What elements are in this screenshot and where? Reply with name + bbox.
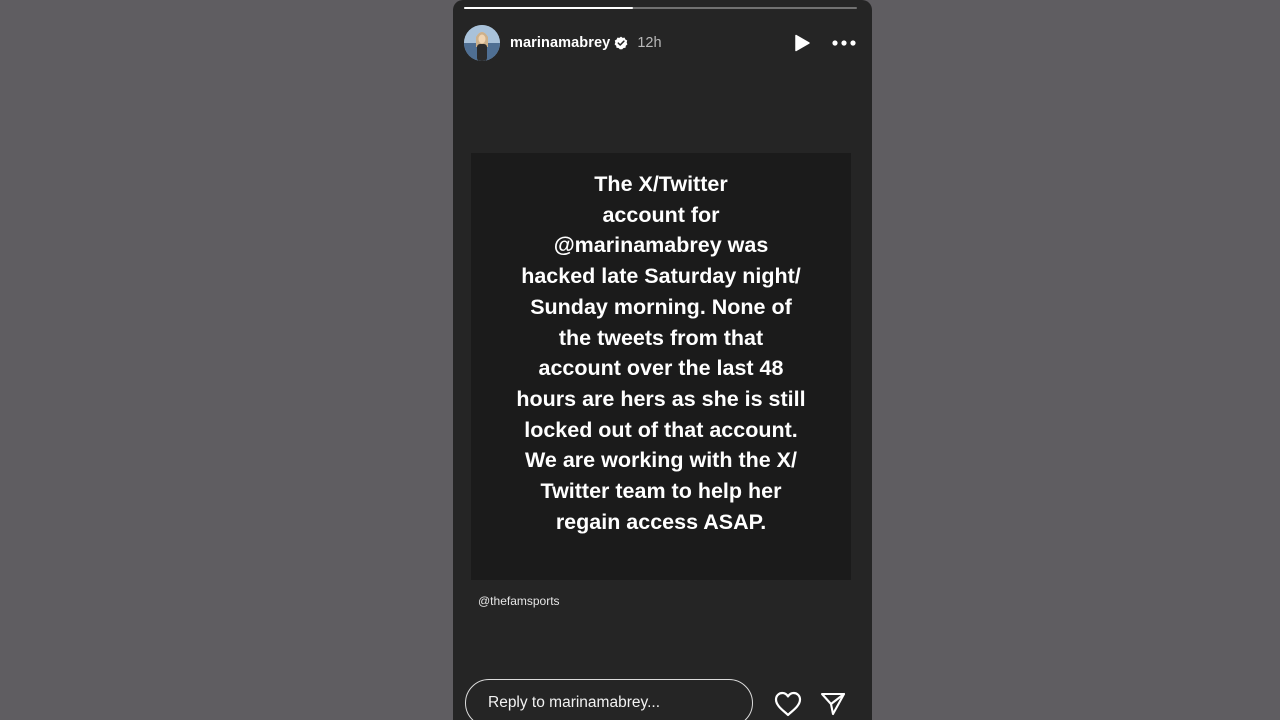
story-viewer: marinamabrey 12h The X/Twitter account fo… (453, 0, 872, 720)
send-icon (820, 692, 846, 716)
story-progress-bar (464, 7, 857, 9)
post-time: 12h (637, 35, 662, 51)
heart-icon (774, 691, 802, 717)
story-message-line: account for (602, 202, 720, 227)
story-message-line: hacked late Saturday night/ (521, 264, 801, 289)
username[interactable]: marinamabrey (510, 35, 610, 51)
story-message-line: Twitter team to help her (540, 479, 782, 504)
avatar-photo-icon (464, 25, 500, 61)
story-message-line: We are working with the X/ (525, 448, 797, 473)
play-button[interactable] (790, 31, 814, 55)
play-icon (795, 34, 810, 52)
avatar[interactable] (464, 25, 500, 61)
story-message-line: regain access ASAP. (555, 509, 767, 534)
story-progress-fill (464, 7, 633, 9)
more-dots-icon (832, 40, 856, 46)
share-button[interactable] (819, 690, 847, 718)
story-message-line: @marinamabrey was (553, 233, 769, 258)
like-button[interactable] (773, 690, 803, 718)
story-message-line: Sunday morning. None of (530, 294, 792, 319)
reply-placeholder: Reply to marinamabrey... (488, 694, 660, 711)
more-options-button[interactable] (830, 31, 858, 55)
story-text-card: The X/Twitter account for @marinamabrey wa… (471, 153, 851, 580)
reply-input[interactable]: Reply to marinamabrey... (465, 679, 753, 720)
story-message-line: the tweets from that (558, 325, 764, 350)
story-message-line: The X/Twitter (594, 172, 728, 196)
story-message: The X/Twitter account for @marinamabrey wa… (471, 169, 851, 537)
verified-badge-icon (614, 36, 628, 50)
story-message-line: locked out of that account. (524, 417, 798, 442)
story-header: marinamabrey 12h (464, 24, 858, 62)
story-message-line: hours are hers as she is still (516, 386, 806, 411)
story-message-line: account over the last 48 (538, 356, 784, 381)
story-credit: @thefamsports (478, 594, 560, 608)
